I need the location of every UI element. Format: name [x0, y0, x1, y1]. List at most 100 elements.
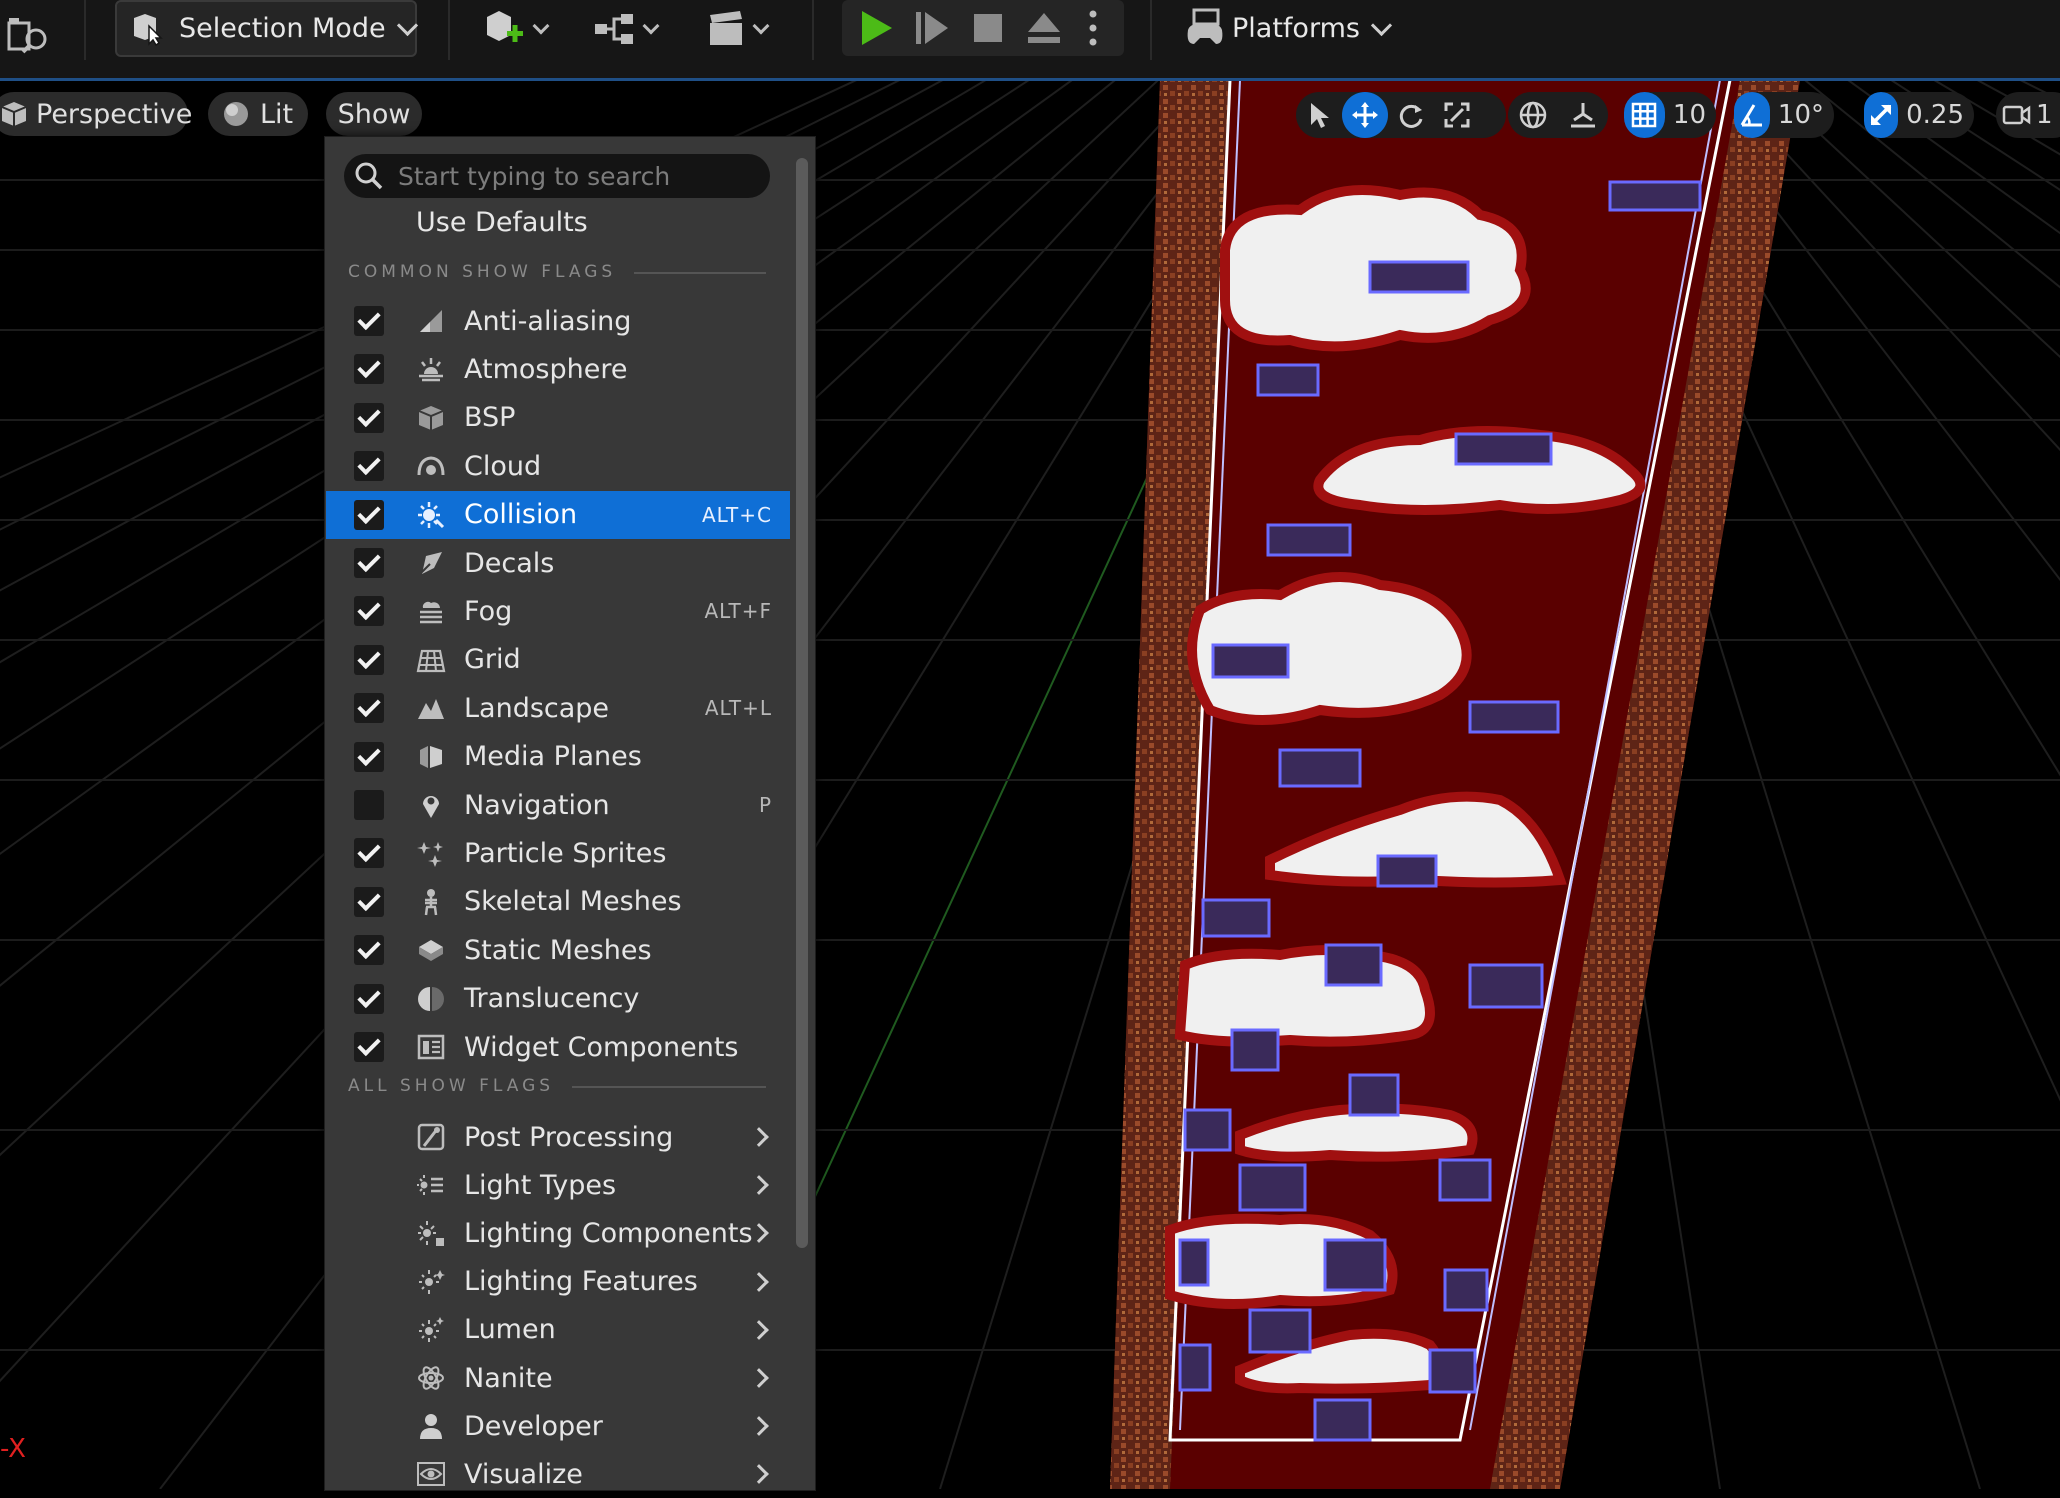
- viewport-scene[interactable]: [0, 0, 2060, 1489]
- post-processing-icon: [416, 1122, 446, 1152]
- show-button[interactable]: Show: [326, 92, 422, 136]
- show-flag-row[interactable]: Skeletal Meshes: [326, 878, 790, 926]
- show-flag-row[interactable]: Collision ALT+C: [326, 490, 790, 539]
- chevron-down-icon: [396, 14, 418, 37]
- view-mode-lit-button[interactable]: Lit: [208, 92, 308, 136]
- show-flag-submenu[interactable]: Light Types: [326, 1161, 790, 1209]
- show-flag-row[interactable]: Media Planes: [326, 733, 790, 781]
- show-flag-checkbox[interactable]: [354, 935, 384, 966]
- chevron-right-icon: [749, 1175, 769, 1196]
- grid-icon: [416, 645, 446, 675]
- more-options-icon[interactable]: [1086, 8, 1100, 52]
- decals-icon: [416, 548, 446, 578]
- chevron-down-icon: [642, 17, 660, 35]
- show-flag-row[interactable]: Decals: [326, 539, 790, 587]
- menu-scrollbar[interactable]: [796, 158, 808, 1248]
- show-flag-row[interactable]: Static Meshes: [326, 926, 790, 974]
- show-flag-label: Grid: [464, 644, 521, 676]
- play-icon[interactable]: [856, 8, 896, 52]
- show-flag-submenu[interactable]: Nanite: [326, 1354, 790, 1402]
- show-flag-label: Particle Sprites: [464, 837, 667, 869]
- show-flag-row[interactable]: Particle Sprites: [326, 829, 790, 877]
- widget-icon: [416, 1032, 446, 1062]
- show-flag-label: Atmosphere: [464, 353, 628, 385]
- perspective-button[interactable]: Perspective: [0, 92, 192, 136]
- surface-snapping-icon[interactable]: [1558, 92, 1608, 138]
- content-browser-search-icon[interactable]: [4, 6, 54, 64]
- add-actor-button[interactable]: [475, 0, 555, 58]
- checkmark-icon: [357, 742, 381, 766]
- translate-tool-icon[interactable]: [1342, 92, 1388, 138]
- show-flag-checkbox[interactable]: [354, 886, 384, 917]
- show-flag-submenu[interactable]: Lumen: [326, 1306, 790, 1354]
- camera-speed-icon[interactable]: [1996, 92, 2036, 138]
- show-flag-checkbox[interactable]: [354, 983, 384, 1014]
- fog-icon: [416, 596, 446, 626]
- show-flag-checkbox[interactable]: [354, 741, 384, 772]
- show-flag-label: Navigation: [464, 789, 610, 821]
- show-flag-checkbox[interactable]: [354, 644, 384, 675]
- show-flag-checkbox[interactable]: [354, 1032, 384, 1062]
- rotate-tool-icon[interactable]: [1388, 92, 1434, 138]
- show-flag-checkbox[interactable]: [354, 499, 384, 530]
- scale-tool-icon[interactable]: [1434, 92, 1480, 138]
- show-flag-checkbox[interactable]: [354, 354, 384, 385]
- show-flag-checkbox[interactable]: [354, 596, 384, 627]
- use-defaults-item[interactable]: Use Defaults: [416, 207, 588, 238]
- show-flag-label: Translucency: [464, 983, 640, 1015]
- scale-snap-value[interactable]: 0.25: [1898, 100, 1974, 130]
- show-flag-checkbox[interactable]: [354, 306, 384, 336]
- selection-mode-dropdown[interactable]: Selection Mode: [115, 0, 418, 57]
- show-flag-label: Landscape: [464, 692, 610, 724]
- show-flag-row[interactable]: Fog ALT+F: [326, 587, 790, 635]
- scale-snap-icon[interactable]: [1864, 92, 1899, 138]
- show-flag-row[interactable]: Landscape ALT+L: [326, 684, 790, 732]
- cinematics-button[interactable]: [697, 0, 777, 58]
- shortcut-label: ALT+C: [701, 502, 772, 527]
- section-divider: [634, 272, 766, 274]
- show-flag-submenu[interactable]: Visualize: [326, 1450, 790, 1498]
- eject-icon[interactable]: [1025, 10, 1063, 50]
- world-globe-icon[interactable]: [1508, 92, 1558, 138]
- submenu-label: Developer: [464, 1410, 603, 1442]
- platforms-dropdown[interactable]: Platforms: [1182, 0, 1393, 56]
- common-show-flags-header: COMMON SHOW FLAGS: [348, 262, 617, 282]
- camera-speed-group: 1: [1996, 92, 2060, 138]
- show-flag-checkbox[interactable]: [354, 693, 384, 724]
- grid-snap-value[interactable]: 10: [1665, 100, 1716, 130]
- show-flag-submenu[interactable]: Lighting Components: [326, 1209, 790, 1257]
- show-flag-row[interactable]: Translucency: [326, 975, 790, 1023]
- show-flag-label: Widget Components: [464, 1031, 739, 1063]
- show-flag-row[interactable]: Cloud: [326, 442, 790, 490]
- show-flag-checkbox[interactable]: [354, 548, 384, 578]
- show-flag-checkbox[interactable]: [354, 451, 384, 482]
- show-flag-checkbox[interactable]: [354, 838, 384, 869]
- checkmark-icon: [357, 548, 381, 573]
- advance-frame-icon[interactable]: [914, 10, 952, 50]
- show-flag-submenu[interactable]: Developer: [326, 1402, 790, 1450]
- show-flag-row[interactable]: Anti-aliasing: [326, 297, 790, 345]
- stop-icon[interactable]: [972, 12, 1004, 48]
- show-flag-row[interactable]: Widget Components: [326, 1023, 790, 1071]
- show-flag-checkbox[interactable]: [354, 402, 384, 433]
- checkmark-icon: [357, 645, 381, 669]
- show-flag-submenu[interactable]: Post Processing: [326, 1113, 790, 1161]
- show-flag-row[interactable]: Navigation P: [326, 781, 790, 829]
- show-flag-checkbox[interactable]: [354, 790, 384, 820]
- show-flag-row[interactable]: Atmosphere: [326, 345, 790, 393]
- angle-snap-icon[interactable]: [1734, 92, 1770, 138]
- rotation-snap-value[interactable]: 10°: [1770, 100, 1834, 130]
- show-flag-label: Media Planes: [464, 741, 642, 773]
- toolbar-separator: [812, 0, 814, 60]
- camera-speed-value[interactable]: 1: [2036, 100, 2060, 130]
- show-flag-row[interactable]: BSP: [326, 394, 790, 442]
- grid-snap-icon[interactable]: [1624, 92, 1665, 138]
- submenu-label: Light Types: [464, 1169, 617, 1201]
- checkmark-icon: [357, 403, 381, 427]
- blueprints-button[interactable]: [585, 0, 665, 58]
- show-flag-submenu[interactable]: Lighting Features: [326, 1258, 790, 1306]
- show-flag-row[interactable]: Grid: [326, 636, 790, 684]
- gamepad-icon: [1182, 8, 1228, 48]
- select-tool-icon[interactable]: [1296, 92, 1342, 138]
- search-input[interactable]: [396, 160, 740, 192]
